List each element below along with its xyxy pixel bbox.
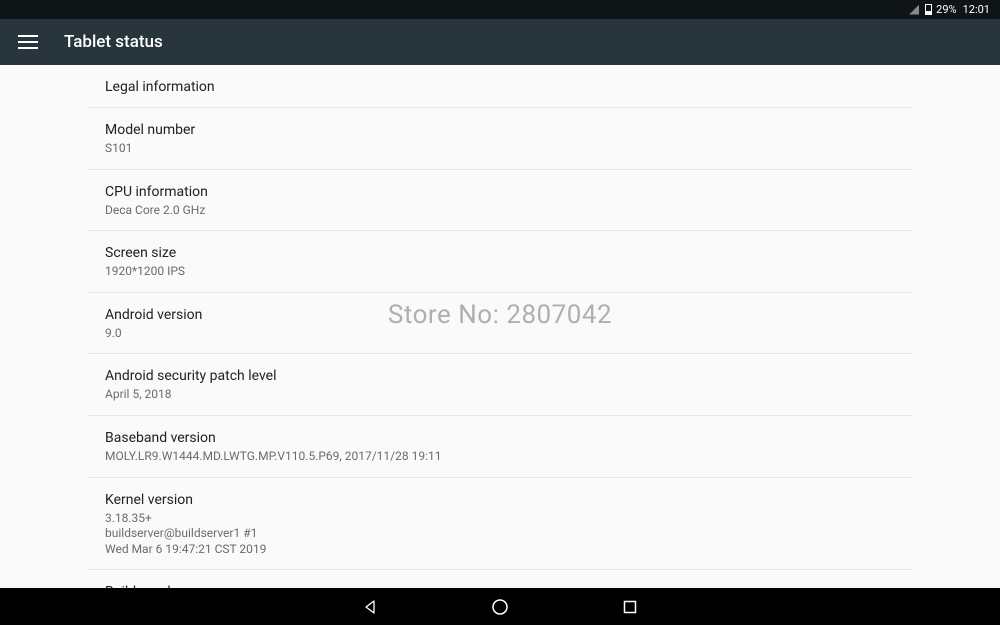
clock: 12:01: [963, 3, 990, 16]
item-title: Legal information: [105, 79, 895, 95]
battery-indicator: 29%: [925, 3, 956, 16]
item-subtitle: 1920*1200 IPS: [105, 264, 895, 280]
item-model-number[interactable]: Model number S101: [87, 108, 913, 170]
item-cpu-information[interactable]: CPU information Deca Core 2.0 GHz: [87, 170, 913, 232]
battery-icon: [925, 4, 932, 15]
status-bar: 29% 12:01: [0, 0, 1000, 19]
menu-icon[interactable]: [18, 35, 38, 49]
item-security-patch[interactable]: Android security patch level April 5, 20…: [87, 354, 913, 416]
item-build-number[interactable]: Build number S101_vNF01000J_20190306: [87, 570, 913, 588]
item-subtitle: 3.18.35+ buildserver@buildserver1 #1 Wed…: [105, 511, 895, 558]
content-scroll[interactable]: Legal information Model number S101 CPU …: [0, 65, 1000, 588]
app-bar: Tablet status: [0, 19, 1000, 65]
item-legal-information[interactable]: Legal information: [87, 75, 913, 108]
home-button[interactable]: [490, 597, 510, 617]
recent-apps-button[interactable]: [620, 597, 640, 617]
navigation-bar: [0, 588, 1000, 625]
item-subtitle: Deca Core 2.0 GHz: [105, 203, 895, 219]
settings-list: Legal information Model number S101 CPU …: [87, 65, 913, 588]
battery-percent: 29%: [936, 3, 956, 16]
item-subtitle: 9.0: [105, 326, 895, 342]
item-title: Android version: [105, 307, 895, 323]
item-title: Screen size: [105, 245, 895, 261]
item-title: CPU information: [105, 184, 895, 200]
back-button[interactable]: [360, 597, 380, 617]
item-title: Android security patch level: [105, 368, 895, 384]
page-title: Tablet status: [64, 32, 163, 52]
no-sim-icon: [909, 5, 919, 15]
item-subtitle: April 5, 2018: [105, 387, 895, 403]
item-screen-size[interactable]: Screen size 1920*1200 IPS: [87, 231, 913, 293]
item-subtitle: MOLY.LR9.W1444.MD.LWTG.MP.V110.5.P69, 20…: [105, 449, 895, 465]
item-subtitle: S101: [105, 141, 895, 157]
item-title: Model number: [105, 122, 895, 138]
item-title: Kernel version: [105, 492, 895, 508]
item-title: Baseband version: [105, 430, 895, 446]
item-android-version[interactable]: Android version 9.0: [87, 293, 913, 355]
item-kernel-version[interactable]: Kernel version 3.18.35+ buildserver@buil…: [87, 478, 913, 571]
item-baseband-version[interactable]: Baseband version MOLY.LR9.W1444.MD.LWTG.…: [87, 416, 913, 478]
